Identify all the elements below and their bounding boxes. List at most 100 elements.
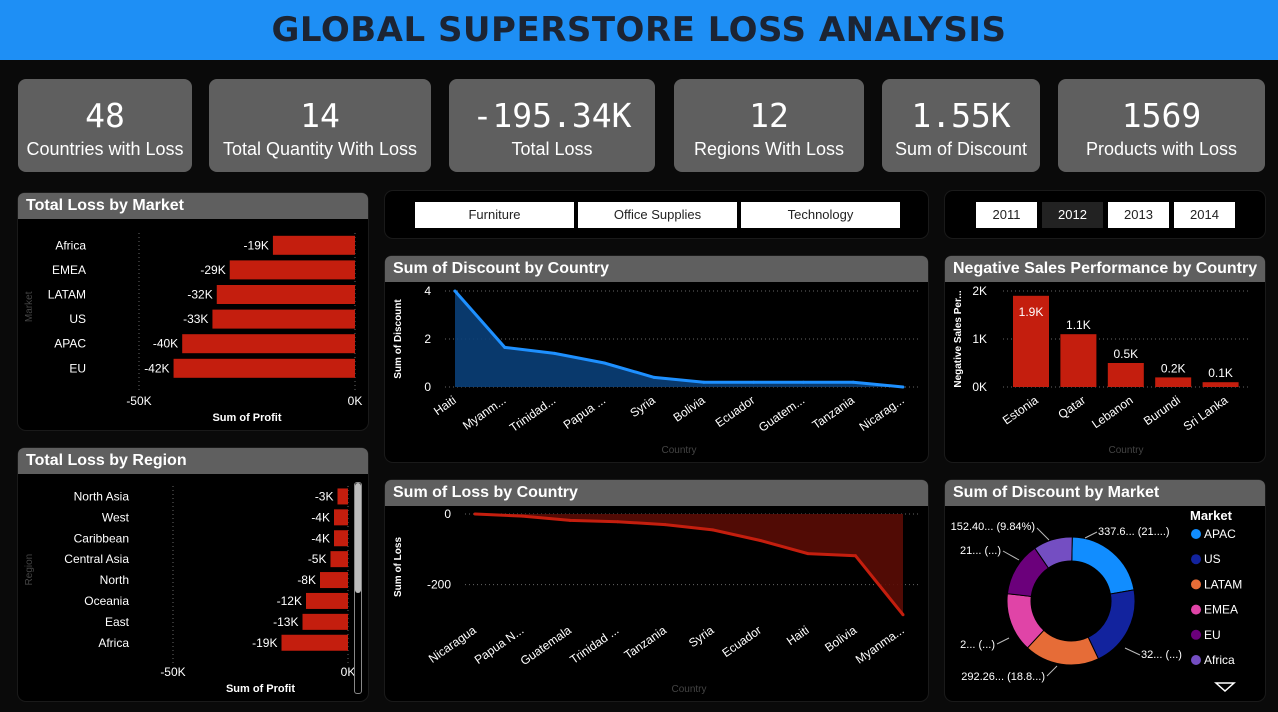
region-scrollbar[interactable] <box>354 482 362 694</box>
slicer-office-supplies[interactable]: Office Supplies <box>578 202 737 228</box>
y-tick-label: -200 <box>427 578 451 592</box>
bar-africa <box>272 235 355 255</box>
discount-by-market-donut: 337.6... (21....) 32... (...) 292.26... (1… <box>951 508 1242 693</box>
kpi-value: 14 <box>300 96 340 135</box>
y-tick-label: 4 <box>424 284 431 298</box>
year-2012-selected[interactable]: 2012 <box>1042 202 1103 228</box>
bar-apac <box>182 334 355 354</box>
y-tick-label: 0K <box>972 380 987 394</box>
y-tick-label: 0 <box>444 507 451 521</box>
x-tick-label: Nicaragua <box>426 623 479 666</box>
category-label: East <box>105 615 130 629</box>
y-tick-label: 2 <box>424 332 431 346</box>
x-tick-label: Tanzania <box>622 623 670 662</box>
data-label: 292.26... (18.8...) <box>961 671 1045 683</box>
y-tick-label: 2K <box>972 284 987 298</box>
x-axis-title: Country <box>1108 445 1143 456</box>
data-point <box>752 380 756 384</box>
kpi-card-quantity: 14 Total Quantity With Loss <box>209 79 431 172</box>
region-scrollbar-thumb[interactable] <box>355 483 361 593</box>
legend-label: LATAM <box>1204 577 1242 591</box>
leader-line <box>996 637 1010 645</box>
panel-loss-by-market: Total Loss by Market Africa -19K EMEA -29K L… <box>18 193 368 430</box>
data-point <box>801 380 805 384</box>
data-point <box>851 380 855 384</box>
kpi-card-products: 1569 Products with Loss <box>1058 79 1265 172</box>
kpi-label: Products with Loss <box>1085 139 1238 159</box>
x-axis-title: Sum of Profit <box>226 683 295 695</box>
data-label: -19K <box>244 238 269 252</box>
data-point <box>453 289 457 293</box>
data-point <box>702 380 706 384</box>
x-axis-title: Country <box>671 684 706 695</box>
chevron-down-icon <box>1214 682 1236 693</box>
discount-by-country-chart: 0 2 4 Haiti Myanm...Trinidad... Papua ... Syri… <box>393 284 921 456</box>
kpi-value: -195.34K <box>472 96 632 135</box>
x-tick-label: -50K <box>160 665 185 679</box>
kpi-value: 48 <box>85 96 125 135</box>
x-tick-label: Guatemala <box>518 623 574 668</box>
dashboard-title: GLOBAL SUPERSTORE LOSS ANALYSIS <box>271 10 1007 50</box>
x-axis-title: Country <box>661 445 696 456</box>
data-label: -32K <box>187 288 212 302</box>
kpi-card-total-loss: -195.34K Total Loss <box>449 79 655 172</box>
kpi-label: Regions With Loss <box>693 139 845 159</box>
data-point <box>503 345 507 349</box>
data-label: 0.2K <box>1161 361 1186 375</box>
category-label: EMEA <box>52 263 86 277</box>
leader-line <box>1002 550 1020 561</box>
data-point <box>568 518 572 522</box>
bar-north-asia <box>337 488 348 505</box>
data-label: -8K <box>297 573 316 587</box>
x-tick-label: Papua ... <box>561 393 608 432</box>
x-tick-label: Qatar <box>1056 393 1089 422</box>
category-label: EU <box>69 361 86 375</box>
x-tick-label: Tanzania <box>810 393 858 432</box>
data-label: 0.5K <box>1113 347 1138 361</box>
year-2014[interactable]: 2014 <box>1174 202 1235 228</box>
data-label: -29K <box>200 263 225 277</box>
data-label: -33K <box>183 312 208 326</box>
legend-label: Africa <box>1204 653 1235 667</box>
bar-oceania <box>306 592 348 609</box>
panel-discount-by-market: Sum of Discount by Market 337.6... (21..… <box>945 480 1265 701</box>
legend-marker <box>1191 655 1201 665</box>
year-2013[interactable]: 2013 <box>1108 202 1169 228</box>
y-axis-title: Negative Sales Per... <box>953 290 964 388</box>
year-2011[interactable]: 2011 <box>976 202 1037 228</box>
panel-negative-sales: Negative Sales Performance by Country 0K… <box>945 256 1265 462</box>
x-tick-label: Trinidad... <box>507 393 558 435</box>
data-label: -42K <box>144 361 169 375</box>
category-label: Africa <box>55 238 86 252</box>
data-point <box>663 523 667 527</box>
x-tick-label: Haiti <box>784 623 812 648</box>
bar-burundi <box>1155 377 1192 387</box>
data-point <box>758 539 762 542</box>
data-label: -4K <box>311 510 330 524</box>
data-label: -13K <box>273 615 298 629</box>
legend-marker <box>1191 629 1201 640</box>
x-tick-label: Bolivia <box>822 623 859 655</box>
negative-sales-chart: 0K 1K 2K 1.9K Estonia 1.1K Qatar 0.5K Lebanon 0.2… <box>953 284 1250 456</box>
panel-loss-by-region: Total Loss by Region North Asia -3K West -4… <box>18 448 368 701</box>
data-label: -5K <box>308 552 327 566</box>
bar-emea <box>229 260 355 280</box>
category-label: North <box>100 573 129 587</box>
slicer-furniture[interactable]: Furniture <box>415 202 574 228</box>
data-label: -12K <box>277 594 302 608</box>
panel-discount-by-country: Sum of Discount by Country 0 2 4 Haiti Myanm… <box>385 256 928 462</box>
slicer-technology[interactable]: Technology <box>741 202 900 228</box>
category-label: Africa <box>98 636 129 650</box>
data-label: 1.1K <box>1066 318 1091 332</box>
x-tick-label: Sri Lanka <box>1181 393 1231 434</box>
data-label: 32... (...) <box>1141 649 1182 661</box>
x-tick-label: Estonia <box>1000 393 1041 428</box>
category-label: APAC <box>54 337 86 351</box>
kpi-label: Total Loss <box>511 139 593 159</box>
leader-line <box>1084 531 1098 539</box>
bar-north <box>320 572 348 589</box>
data-point <box>473 512 477 516</box>
x-tick-label: Lebanon <box>1089 393 1135 431</box>
legend-marker <box>1191 579 1201 590</box>
y-tick-label: 1K <box>972 332 987 346</box>
